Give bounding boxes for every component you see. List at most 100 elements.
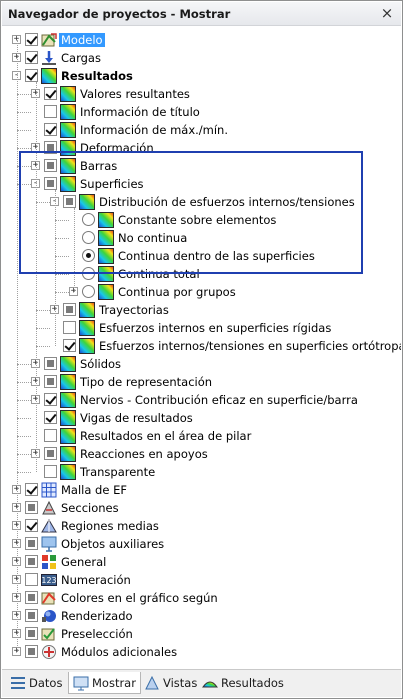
tree-guide-line — [74, 208, 75, 292]
tree-item-label: Nervios - Contribución eficaz en superfi… — [80, 393, 358, 407]
checkbox[interactable] — [25, 591, 38, 604]
tree-item-informacion-de-titulo[interactable]: Información de título — [2, 103, 401, 121]
rainbow-icon — [60, 446, 76, 462]
tree-item-informacion-de-max-min[interactable]: Información de máx./mín. — [2, 121, 401, 139]
checkbox[interactable] — [44, 141, 57, 154]
tree-item-reacciones-en-apoyos[interactable]: + Reacciones en apoyos — [2, 445, 401, 463]
tab-mostrar[interactable]: Mostrar — [68, 672, 141, 694]
rainbow-icon — [60, 374, 76, 390]
checkbox[interactable] — [44, 357, 57, 370]
tree-item-nervios-contribucion-eficaz-en-superficie-barra[interactable]: + Nervios - Contribución eficaz en superf… — [2, 391, 401, 409]
tree-item-superficies[interactable]: - Superficies — [2, 175, 401, 193]
tree-item-preseleccion[interactable]: + Preselección — [2, 625, 401, 643]
tree-item-label: Información de máx./mín. — [80, 123, 228, 137]
tab-vistas[interactable]: Vistas — [140, 672, 201, 694]
checkbox[interactable] — [25, 627, 38, 640]
checkbox[interactable] — [44, 393, 57, 406]
tree-item-continua-total[interactable]: Continua total — [2, 265, 401, 283]
checkbox[interactable] — [44, 159, 57, 172]
checkbox[interactable] — [25, 609, 38, 622]
tree-item-label: Constante sobre elementos — [118, 213, 277, 227]
checkbox[interactable] — [63, 321, 76, 334]
tree-item-tipo-de-representacion[interactable]: + Tipo de representación — [2, 373, 401, 391]
tree-connector — [17, 112, 31, 113]
checkbox[interactable] — [63, 339, 76, 352]
tree-item-esfuerzos-internos-tensiones-en-superficies-ortotropas[interactable]: Esfuerzos internos/tensiones en superfic… — [2, 337, 401, 355]
tree-item-no-continua[interactable]: No continua — [2, 229, 401, 247]
tree-item-label: Malla de EF — [61, 483, 127, 497]
title-bar[interactable]: Navegador de proyectos - Mostrar × — [2, 2, 401, 26]
tree-connector — [55, 256, 69, 257]
tree-item-trayectorias[interactable]: + Trayectorias — [2, 301, 401, 319]
window-title: Navegador de proyectos - Mostrar — [8, 7, 231, 21]
tree-item-vigas-de-resultados[interactable]: Vigas de resultados — [2, 409, 401, 427]
tree-item-resultados-en-el-area-de-pilar[interactable]: Resultados en el área de pilar — [2, 427, 401, 445]
checkbox[interactable] — [25, 501, 38, 514]
rainbow-icon — [98, 284, 114, 300]
tree-item-colores-en-el-grafico-segun[interactable]: + Colores en el gráfico según — [2, 589, 401, 607]
tree-item-numeracion[interactable]: +123 Numeración — [2, 571, 401, 589]
checkbox[interactable] — [44, 429, 57, 442]
tree-item-valores-resultantes[interactable]: + Valores resultantes — [2, 85, 401, 103]
checkbox[interactable] — [44, 87, 57, 100]
close-icon[interactable]: × — [379, 5, 395, 21]
radio-button[interactable] — [82, 267, 95, 280]
tree-item-label: Transparente — [80, 465, 156, 479]
rainbow-icon — [79, 338, 95, 354]
checkbox[interactable] — [25, 537, 38, 550]
tree-item-distribucion-de-esfuerzos-internos-tensiones[interactable]: - Distribución de esfuerzos internos/tens… — [2, 193, 401, 211]
checkbox[interactable] — [44, 375, 57, 388]
checkbox[interactable] — [44, 465, 57, 478]
checkbox[interactable] — [44, 447, 57, 460]
general-icon — [41, 554, 57, 570]
tree-item-solidos[interactable]: + Sólidos — [2, 355, 401, 373]
checkbox[interactable] — [25, 483, 38, 496]
tree-item-label: Resultados en el área de pilar — [80, 429, 252, 443]
checkbox[interactable] — [25, 33, 38, 46]
checkbox[interactable] — [63, 195, 76, 208]
tree-item-objetos-auxiliares[interactable]: + Objetos auxiliares — [2, 535, 401, 553]
radio-button[interactable] — [82, 213, 95, 226]
results-tab-icon — [202, 675, 218, 691]
checkbox[interactable] — [25, 51, 38, 64]
checkbox[interactable] — [44, 411, 57, 424]
checkbox[interactable] — [25, 645, 38, 658]
checkbox[interactable] — [44, 105, 57, 118]
tab-label: Resultados — [221, 676, 284, 690]
rainbow-icon — [60, 176, 76, 192]
tree-item-label: Superficies — [80, 177, 144, 191]
tab-datos[interactable]: Datos — [6, 672, 66, 694]
tree-item-resultados[interactable]: - Resultados — [2, 67, 401, 85]
tree-item-malla-de-ef[interactable]: + Malla de EF — [2, 481, 401, 499]
radio-button[interactable] — [82, 249, 95, 262]
rainbow-icon — [98, 266, 114, 282]
results-icon — [41, 68, 57, 84]
tree-connector — [17, 148, 31, 149]
checkbox[interactable] — [25, 519, 38, 532]
checkbox[interactable] — [25, 69, 38, 82]
tree-item-constante-sobre-elementos[interactable]: Constante sobre elementos — [2, 211, 401, 229]
checkbox[interactable] — [25, 555, 38, 568]
tree-item-esfuerzos-internos-en-superficies-rigidas[interactable]: Esfuerzos internos en superficies rígida… — [2, 319, 401, 337]
tree-item-cargas[interactable]: + Cargas — [2, 49, 401, 67]
checkbox[interactable] — [44, 177, 57, 190]
tree-item-regiones-medias[interactable]: + Regiones medias — [2, 517, 401, 535]
radio-button[interactable] — [82, 285, 95, 298]
checkbox[interactable] — [63, 303, 76, 316]
tree-item-modelo[interactable]: + Modelo — [2, 31, 401, 49]
tree-item-deformacion[interactable]: + Deformación — [2, 139, 401, 157]
tree-item-continua-dentro-de-las-superficies[interactable]: Continua dentro de las superficies — [2, 247, 401, 265]
tab-resultados[interactable]: Resultados — [198, 672, 288, 694]
checkbox[interactable] — [44, 123, 57, 136]
tree-item-barras[interactable]: + Barras — [2, 157, 401, 175]
tree-item-continua-por-grupos[interactable]: + Continua por grupos — [2, 283, 401, 301]
radio-button[interactable] — [82, 231, 95, 244]
checkbox[interactable] — [25, 573, 38, 586]
preselect-icon — [41, 626, 57, 642]
tree-item-transparente[interactable]: Transparente — [2, 463, 401, 481]
tree-item-modulos-adicionales[interactable]: + Módulos adicionales — [2, 643, 401, 661]
colors-icon — [41, 590, 57, 606]
tree-item-renderizado[interactable]: + Renderizado — [2, 607, 401, 625]
tree-item-general[interactable]: + General — [2, 553, 401, 571]
tree-item-secciones[interactable]: + Secciones — [2, 499, 401, 517]
